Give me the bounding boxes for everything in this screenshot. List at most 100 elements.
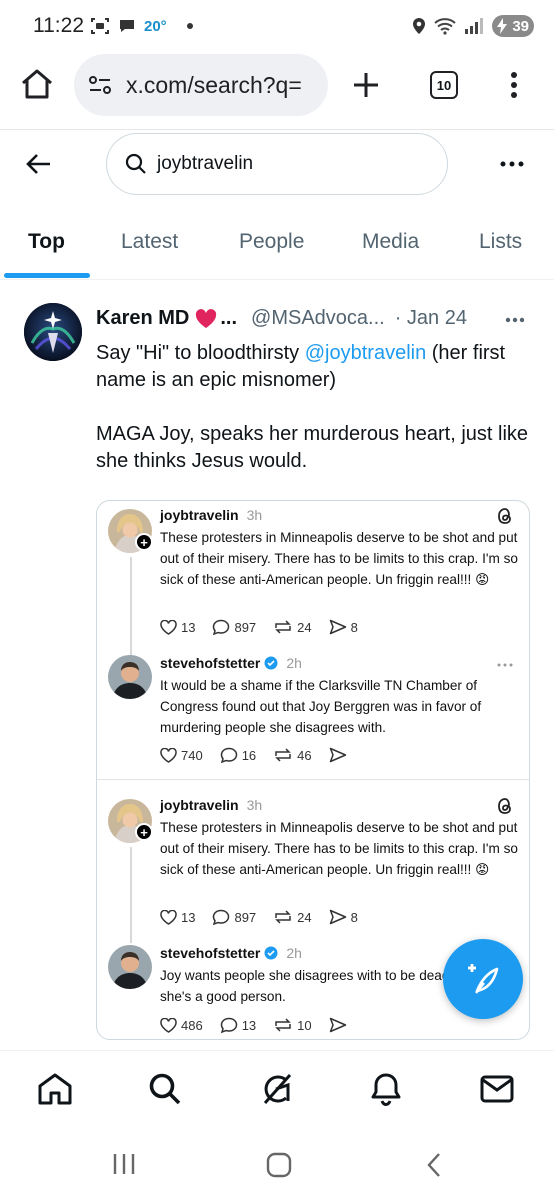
tab-media[interactable]: Media [362,230,419,254]
like-icon [160,747,177,763]
embedded-divider [97,779,529,780]
embedded-username: joybtravelin [160,797,239,813]
weather-temperature: 20° [144,17,167,35]
repost-icon [275,1018,291,1032]
threads-logo-icon [497,797,513,815]
like-icon [160,909,177,925]
tweet-text-part: Say "Hi" to bloodthirsty [96,342,305,364]
reply-icon [220,1017,237,1033]
like-icon [160,619,177,635]
browser-menu-button[interactable] [510,71,518,99]
embedded-username: stevehofstetter [160,655,261,671]
embedded-reply: 897 [212,909,256,925]
notifications-icon [371,1073,401,1107]
embedded-time: 2h [286,655,302,671]
share-icon [329,619,346,635]
embedded-share: 8 [329,619,358,635]
tab-lists[interactable]: Lists [479,230,522,254]
back-button[interactable] [26,153,52,175]
repost-icon [275,910,291,924]
battery-indicator: 39 [492,15,534,37]
embedded-share: 8 [329,909,358,925]
follow-plus-icon: + [135,823,153,841]
reply-count: 13 [241,1017,257,1033]
share-count: 8 [350,909,358,925]
search-field[interactable]: joybtravelin [106,133,448,195]
system-back-button[interactable] [426,1152,442,1178]
threads-logo-icon [497,507,513,525]
repost-count: 24 [297,909,312,925]
tab-people[interactable]: People [239,230,304,254]
site-settings-icon[interactable] [88,75,112,95]
embedded-reply: 13 [220,1017,256,1033]
embedded-like: 13 [160,619,195,635]
embedded-actions: 740 16 46 [160,747,364,763]
recent-apps-button[interactable] [112,1152,136,1176]
tweet-author-name[interactable]: Karen MD [96,307,189,330]
tweet-header: Karen MD ... @MSAdvoca... · Jan 24 [96,307,467,330]
heart-emoji-icon [195,308,217,329]
reply-icon [213,909,230,925]
embedded-user: joybtravelin 3h [160,797,262,813]
home-browser-button[interactable] [20,68,54,100]
url-bar[interactable]: x.com/search?q= [74,54,328,116]
embedded-text: It would be a shame if the Clarksville T… [160,678,482,735]
nav-home[interactable] [35,1069,75,1109]
url-text[interactable]: x.com/search?q= [126,72,302,99]
like-count: 486 [181,1017,203,1033]
embedded-like: 486 [160,1017,203,1033]
verified-badge-icon [264,656,278,670]
repost-count: 46 [297,747,312,763]
nav-grok[interactable] [257,1069,297,1109]
embedded-user: stevehofstetter 2h [160,945,302,961]
like-count: 13 [181,909,196,925]
search-icon [149,1073,181,1105]
grok-icon [263,1074,292,1104]
compose-post-button[interactable] [443,939,523,1019]
new-tab-button[interactable] [352,71,380,99]
embedded-text: These protesters in Minneapolis deserve … [160,820,518,877]
embedded-repost: 24 [273,909,312,925]
like-count: 740 [181,747,203,763]
embedded-share [329,1017,347,1033]
share-icon [329,909,346,925]
tweet-author-handle[interactable]: @MSAdvoca... [251,307,385,330]
search-icon [125,153,147,175]
embedded-text: These protesters in Minneapolis deserve … [160,530,518,587]
reply-count: 897 [234,619,257,635]
search-query[interactable]: joybtravelin [157,153,253,175]
tweet-more-button[interactable] [505,317,525,323]
nav-messages[interactable] [477,1069,517,1109]
reply-count: 897 [234,909,257,925]
nav-search[interactable] [145,1069,185,1109]
search-more-button[interactable] [500,161,524,167]
status-time: 11:22 [33,14,84,37]
tweet-date[interactable]: · Jan 24 [395,307,467,330]
embedded-repost: 46 [273,747,312,763]
notification-dot [186,23,193,29]
screenshot-icon [90,16,110,36]
repost-icon [275,620,291,634]
embedded-reply: 897 [212,619,256,635]
tweet-mention-link[interactable]: @joybtravelin [305,342,426,364]
embedded-avatar [108,945,152,989]
embedded-time: 2h [286,945,302,961]
tab-latest[interactable]: Latest [121,230,178,254]
tab-top[interactable]: Top [28,230,65,254]
bottom-nav [0,1050,554,1132]
avatar[interactable] [24,303,82,361]
embedded-like: 13 [160,909,196,925]
share-icon [329,1017,346,1033]
tab-switcher-button[interactable]: 10 [430,71,458,99]
nav-notifications[interactable] [366,1069,406,1109]
system-back-icon [427,1153,440,1177]
messages-icon [480,1075,514,1103]
like-icon [160,1017,177,1033]
location-icon [412,17,426,35]
reply-icon [220,747,237,763]
embedded-actions: 13 897 24 8 [160,909,375,925]
signal-icon [464,18,484,34]
repost-count: 10 [297,1017,312,1033]
system-home-button[interactable] [266,1152,292,1178]
recent-apps-icon [113,1154,135,1174]
